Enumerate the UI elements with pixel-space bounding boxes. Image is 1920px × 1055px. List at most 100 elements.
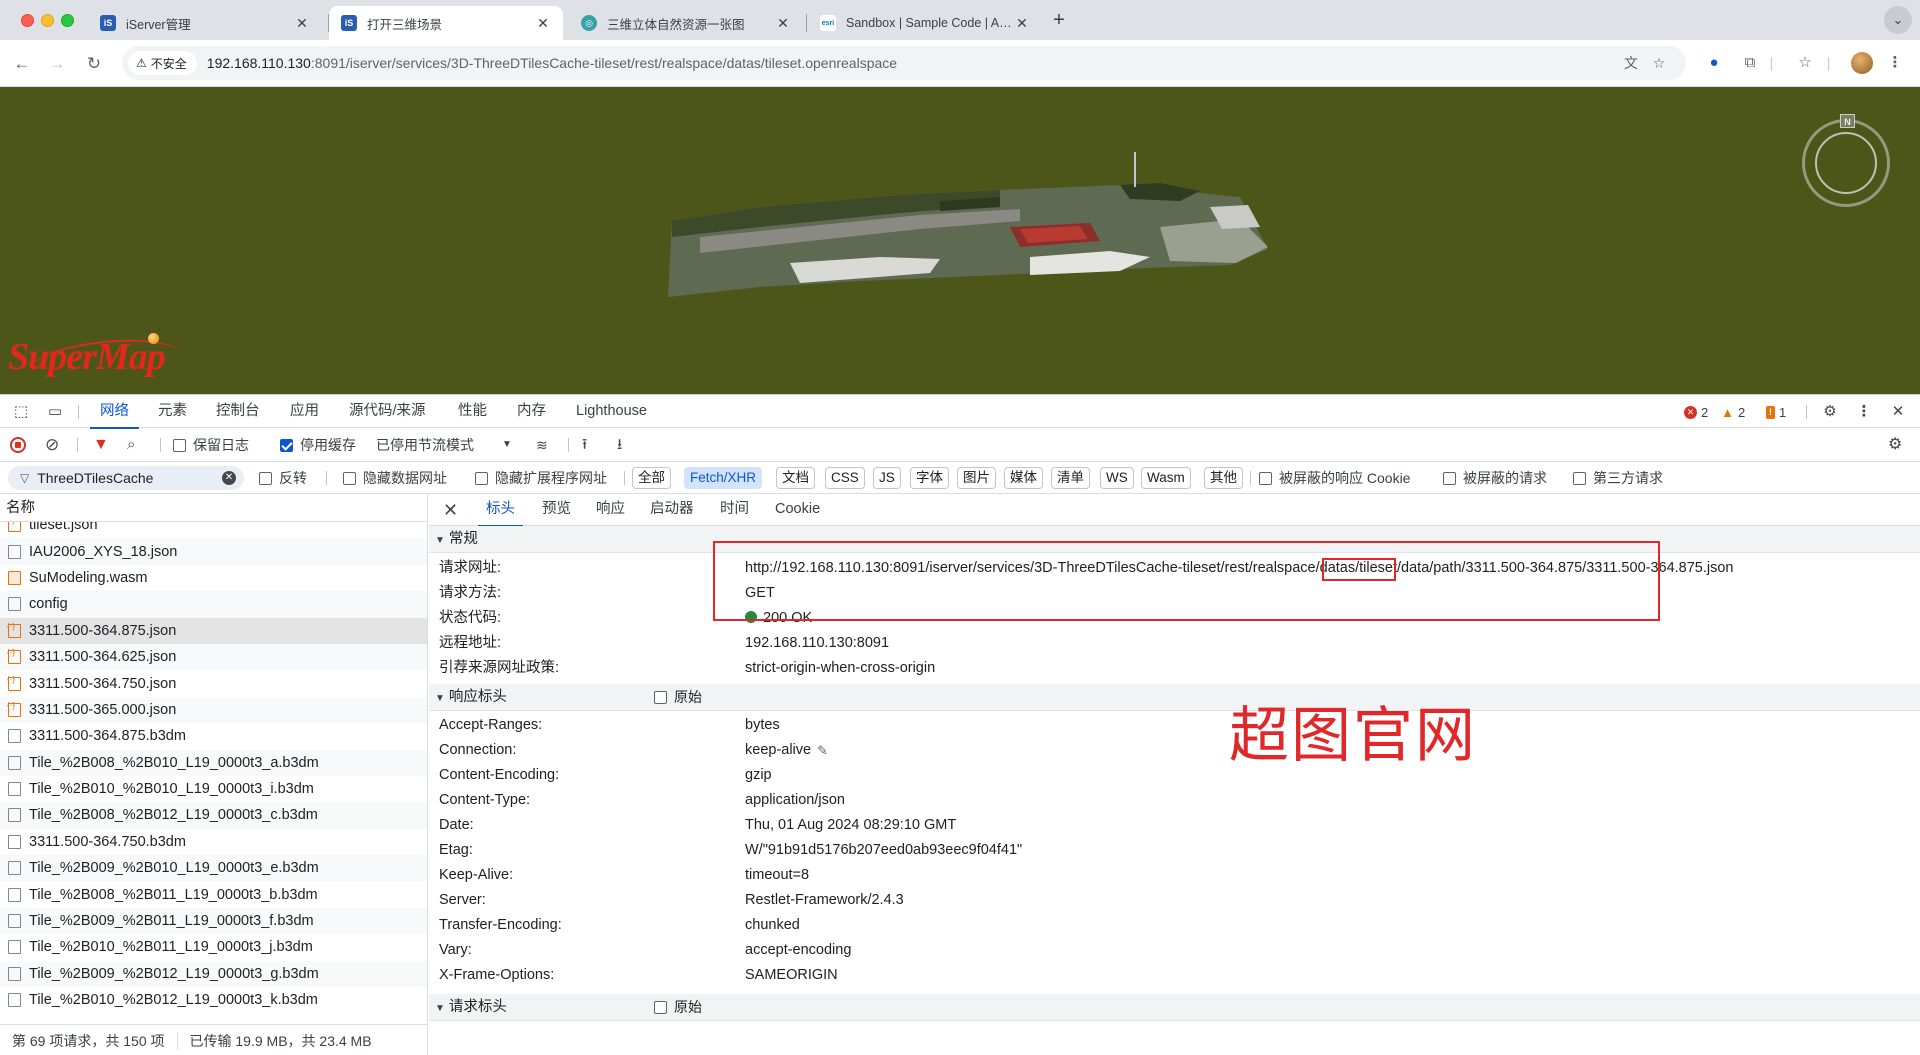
tab-cookies[interactable]: Cookie [775,494,820,526]
tab-headers[interactable]: 标头 [478,494,523,527]
more-options-icon[interactable]: ⋮ [1854,402,1874,422]
request-row[interactable]: Tile_%2B010_%2B012_L19_0000t3_k.b3dm [0,987,427,1013]
third-party-checkbox[interactable]: 第三方请求 [1573,468,1663,488]
export-har-icon[interactable]: ⭳ [617,435,622,455]
error-count-badge[interactable]: ✕ 2 [1684,404,1708,420]
request-headers-header[interactable]: ▼ 请求标头 原始 [429,994,1920,1021]
extension-firefox-icon[interactable]: ● [1703,52,1725,74]
type-filter-doc[interactable]: 文档 [776,467,815,489]
new-tab-button[interactable]: + [1046,8,1072,34]
hide-extension-urls-checkbox[interactable]: 隐藏扩展程序网址 [475,468,607,488]
request-row[interactable]: Tile_%2B008_%2B011_L19_0000t3_b.b3dm [0,881,427,907]
3d-scene-viewport[interactable]: N SuperMap [0,87,1920,394]
type-filter-wasm[interactable]: Wasm [1141,467,1191,489]
reload-icon[interactable]: ↻ [80,50,108,78]
name-column-header[interactable]: 名称 [0,494,427,522]
tab-close-icon[interactable]: ✕ [775,15,791,32]
type-filter-css[interactable]: CSS [825,467,865,489]
warning-count-badge[interactable]: ▲ 2 [1721,404,1745,420]
browser-tab[interactable]: iS iServer管理 ✕ [88,6,322,40]
tab-console[interactable]: 控制台 [216,395,260,428]
window-zoom-button[interactable] [61,14,74,27]
tab-lighthouse[interactable]: Lighthouse [576,395,647,428]
network-settings-gear-icon[interactable]: ⚙ [1888,435,1902,455]
forward-arrow-icon[interactable]: → [43,50,71,78]
close-detail-icon[interactable]: ✕ [443,500,458,521]
request-row[interactable]: SuModeling.wasm [0,565,427,591]
request-row[interactable]: 3311.500-365.000.json [0,696,427,724]
translate-icon[interactable]: 文 [1622,54,1640,72]
tab-close-icon[interactable]: ✕ [294,15,310,32]
invert-checkbox[interactable]: 反转 [259,468,307,488]
close-devtools-icon[interactable]: ✕ [1888,402,1908,422]
request-row[interactable]: Tile_%2B010_%2B010_L19_0000t3_i.b3dm [0,776,427,802]
raw-headers-checkbox[interactable]: 原始 [654,994,702,1021]
raw-headers-checkbox[interactable]: 原始 [654,684,702,711]
tab-close-icon[interactable]: ✕ [1014,15,1030,32]
filter-input[interactable]: ▽ ThreeDTilesCache ✕ [8,466,244,490]
type-filter-img[interactable]: 图片 [957,467,996,489]
browser-menu-icon[interactable]: ⋮ [1884,52,1906,74]
browser-tab[interactable]: ◎ 三维立体自然资源一张图 ✕ [569,6,803,40]
tab-application[interactable]: 应用 [290,395,319,428]
blocked-cookies-checkbox[interactable]: 被屏蔽的响应 Cookie [1259,468,1410,488]
issue-count-badge[interactable]: ! 1 [1766,404,1786,420]
import-har-icon[interactable]: ⭱ [582,435,587,455]
request-row[interactable]: IAU2006_XYS_18.json [0,538,427,565]
settings-gear-icon[interactable]: ⚙ [1820,402,1840,422]
type-filter-manifest[interactable]: 清单 [1051,467,1090,489]
type-filter-fetch-xhr[interactable]: Fetch/XHR [684,467,763,489]
request-row[interactable]: 3311.500-364.875.json [0,617,427,644]
response-headers-header[interactable]: ▼ 响应标头 原始 [429,684,1920,711]
bookmark-star-icon[interactable]: ☆ [1650,54,1668,72]
disable-cache-checkbox[interactable]: 停用缓存 [280,435,356,455]
request-row[interactable]: 3311.500-364.625.json [0,643,427,671]
request-row[interactable]: 3311.500-364.750.json [0,670,427,696]
tab-timing[interactable]: 时间 [720,494,749,526]
bookmarks-star-icon[interactable]: ☆ [1794,52,1816,74]
filter-funnel-icon[interactable]: ▼ [93,435,109,455]
url-text[interactable]: 192.168.110.130:8091/iserver/services/3D… [207,55,897,71]
tab-preview[interactable]: 预览 [542,494,571,526]
type-filter-other[interactable]: 其他 [1204,467,1243,489]
blocked-requests-checkbox[interactable]: 被屏蔽的请求 [1443,468,1547,488]
type-filter-font[interactable]: 字体 [910,467,949,489]
request-row[interactable]: 3311.500-364.875.b3dm [0,723,427,749]
hide-data-urls-checkbox[interactable]: 隐藏数据网址 [343,468,447,488]
type-filter-media[interactable]: 媒体 [1004,467,1043,489]
request-row[interactable]: Tile_%2B008_%2B012_L19_0000t3_c.b3dm [0,802,427,829]
type-filter-ws[interactable]: WS [1100,467,1134,489]
tab-elements[interactable]: 元素 [158,395,187,428]
search-icon[interactable]: ⌕ [127,435,135,455]
tab-response[interactable]: 响应 [596,494,625,526]
request-row[interactable]: 3311.500-364.750.b3dm [0,829,427,855]
browser-tab[interactable]: esri Sandbox | Sample Code | ArcG ✕ [808,6,1042,40]
tab-network[interactable]: 网络 [90,395,139,429]
browser-tab-active[interactable]: iS 打开三维场景 ✕ [329,6,563,40]
clear-filter-icon[interactable]: ✕ [222,471,236,485]
window-close-button[interactable] [21,14,34,27]
extensions-puzzle-icon[interactable]: ⧉ [1739,52,1761,74]
network-conditions-icon[interactable]: ≋ [536,435,548,455]
edit-pencil-icon[interactable]: ✎ [817,738,828,763]
device-toggle-icon[interactable]: ▭ [45,402,65,422]
throttle-select[interactable]: 已停用节流模式 ▼ [376,435,512,455]
window-minimize-button[interactable] [41,14,54,27]
compass-control[interactable]: N [1802,114,1890,207]
tab-performance[interactable]: 性能 [458,395,487,428]
request-row[interactable]: Tile_%2B009_%2B010_L19_0000t3_e.b3dm [0,855,427,882]
request-row[interactable]: Tile_%2B009_%2B011_L19_0000t3_f.b3dm [0,907,427,935]
type-filter-all[interactable]: 全部 [632,467,671,489]
tab-close-icon[interactable]: ✕ [535,15,551,32]
tab-memory[interactable]: 内存 [517,395,546,428]
profile-avatar[interactable] [1851,52,1873,74]
request-row[interactable]: tileset.json [0,522,427,538]
request-row[interactable]: Tile_%2B008_%2B010_L19_0000t3_a.b3dm [0,749,427,776]
request-row[interactable]: config [0,591,427,618]
tab-sources[interactable]: 源代码/来源 [349,395,426,428]
tab-initiator[interactable]: 启动器 [650,494,694,526]
request-row[interactable]: Tile_%2B010_%2B011_L19_0000t3_j.b3dm [0,934,427,960]
security-chip[interactable]: ⚠ 不安全 [128,51,197,75]
back-arrow-icon[interactable]: ← [8,50,36,78]
clear-log-icon[interactable]: ⊘ [45,435,59,455]
